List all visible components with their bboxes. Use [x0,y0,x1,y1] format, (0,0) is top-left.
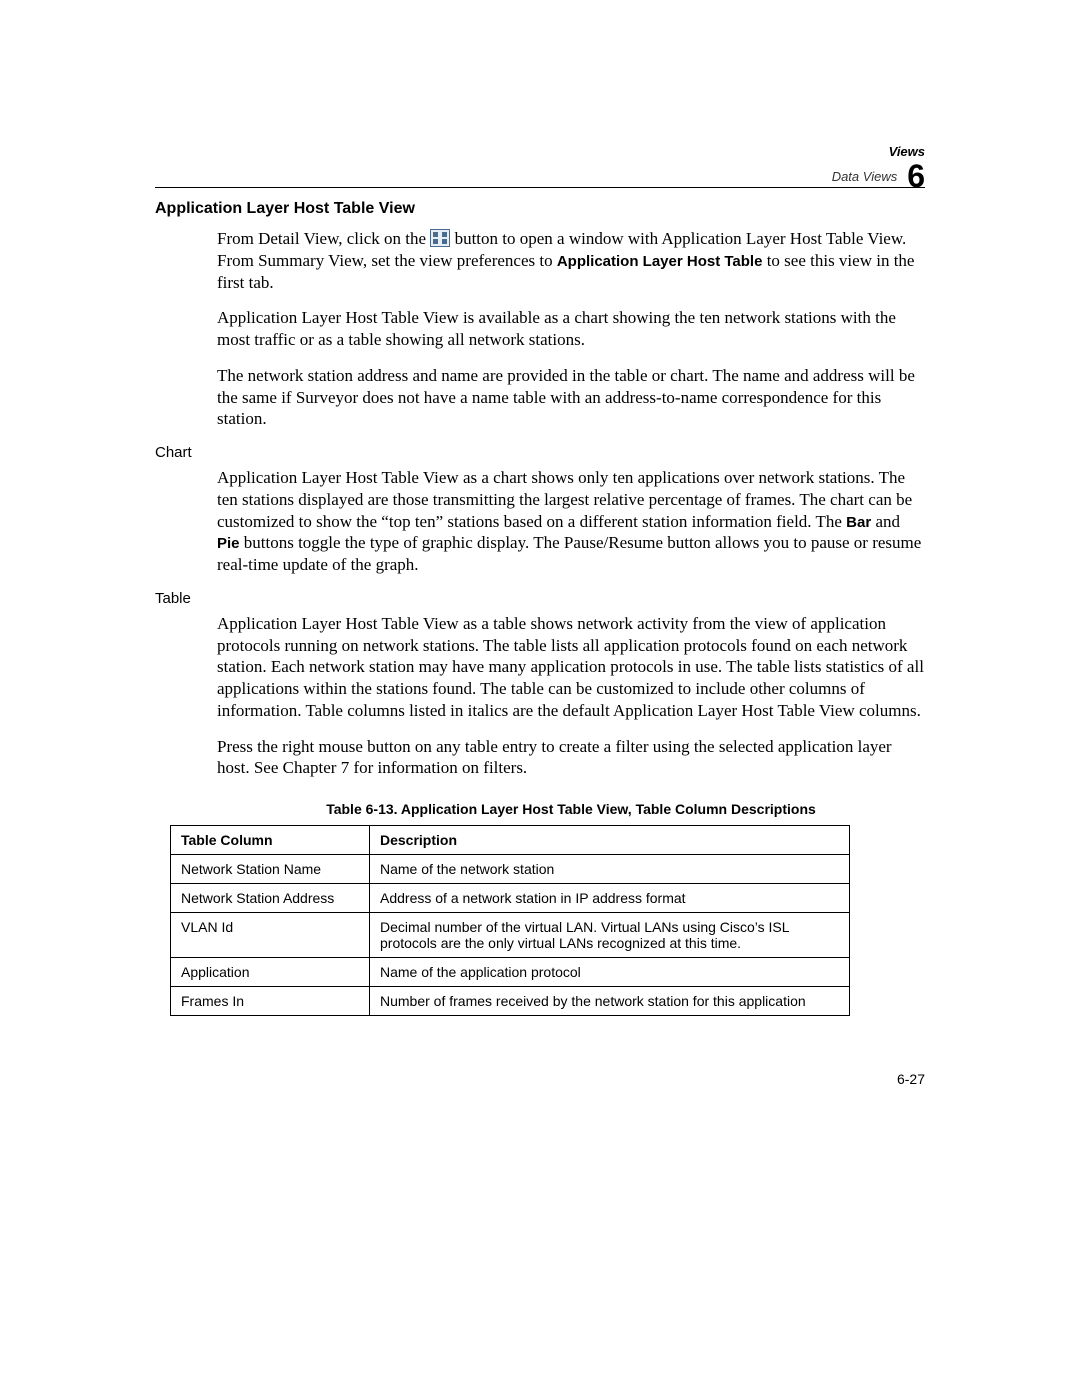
p4-text-a: Application Layer Host Table View as a c… [217,468,912,531]
p4-mid: and [875,512,900,531]
chart-block: Application Layer Host Table View as a c… [217,467,925,576]
table-subheading: Table [155,590,925,607]
cell-col1: Frames In [171,987,370,1016]
cell-col2: Number of frames received by the network… [370,987,850,1016]
column-descriptions-table: Table Column Description Network Station… [170,825,850,1016]
cell-col1: Network Station Name [171,855,370,884]
grid-icon [430,229,450,247]
cell-col2: Name of the network station [370,855,850,884]
header-chapter-number: 6 [907,159,925,194]
table-row: Network Station Name Name of the network… [171,855,850,884]
table-row: VLAN Id Decimal number of the virtual LA… [171,913,850,958]
table-row: Frames In Number of frames received by t… [171,987,850,1016]
table-header-col1: Table Column [171,826,370,855]
cell-col1: Application [171,958,370,987]
paragraph-4: Application Layer Host Table View as a c… [217,467,925,576]
p4-bar: Bar [846,514,871,531]
cell-col2: Decimal number of the virtual LAN. Virtu… [370,913,850,958]
chart-subheading: Chart [155,444,925,461]
header-section: Data Views [832,170,898,184]
table-row: Application Name of the application prot… [171,958,850,987]
paragraph-3: The network station address and name are… [217,365,925,430]
table-header-row: Table Column Description [171,826,850,855]
table-block: Application Layer Host Table View as a t… [217,613,925,779]
page: Views Data Views 6 Application Layer Hos… [0,0,1080,1397]
header-chapter: Views [832,145,925,159]
p1-bold: Application Layer Host Table [557,253,763,270]
p4-text-b: buttons toggle the type of graphic displ… [217,533,921,574]
content-area: Application Layer Host Table View From D… [155,200,925,1016]
p4-pie: Pie [217,535,240,552]
table-caption: Table 6-13. Application Layer Host Table… [217,801,925,817]
header-rule [155,187,925,188]
table-header-col2: Description [370,826,850,855]
cell-col2: Address of a network station in IP addre… [370,884,850,913]
paragraph-2: Application Layer Host Table View is ava… [217,307,925,351]
intro-block: From Detail View, click on the button to… [217,228,925,430]
p1-text-a: From Detail View, click on the [217,229,430,248]
header-line2: Data Views 6 [832,159,925,194]
cell-col2: Name of the application protocol [370,958,850,987]
cell-col1: VLAN Id [171,913,370,958]
page-number: 6-27 [897,1071,925,1087]
paragraph-6: Press the right mouse button on any tabl… [217,736,925,780]
paragraph-1: From Detail View, click on the button to… [217,228,925,293]
table-row: Network Station Address Address of a net… [171,884,850,913]
paragraph-5: Application Layer Host Table View as a t… [217,613,925,722]
section-heading: Application Layer Host Table View [155,200,925,218]
cell-col1: Network Station Address [171,884,370,913]
